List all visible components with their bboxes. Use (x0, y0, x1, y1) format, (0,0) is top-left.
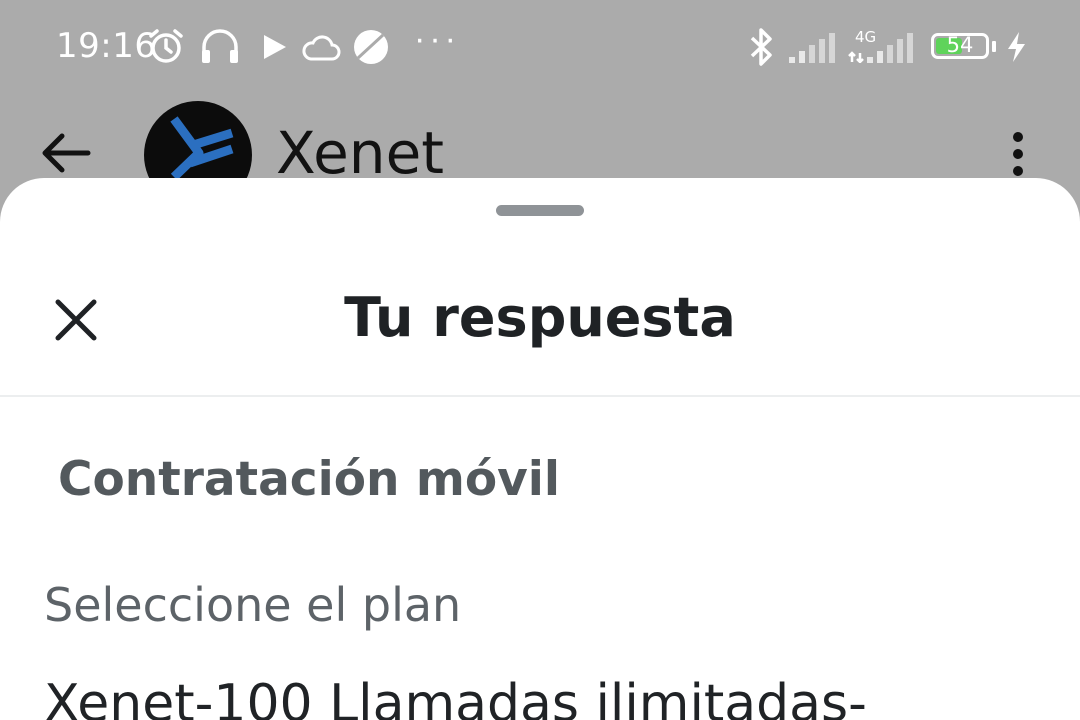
headphones-icon (202, 29, 238, 63)
charging-icon (1008, 32, 1025, 62)
app-title: Xenet (276, 119, 444, 187)
more-options-icon[interactable] (1000, 129, 1036, 179)
response-sheet: Tu respuesta Contratación móvil Seleccio… (0, 178, 1080, 720)
divider (0, 395, 1080, 397)
signal-icon (789, 33, 835, 63)
battery-level: 54 (946, 33, 974, 57)
alarm-icon (149, 29, 183, 63)
plan-option[interactable]: Xenet-100 Llamadas ilimitadas- (44, 674, 867, 720)
back-arrow-icon[interactable] (38, 125, 94, 181)
planet-icon (354, 30, 388, 64)
more-notifications-icon: ··· (414, 20, 460, 58)
cloud-icon (302, 35, 341, 61)
play-icon (264, 35, 286, 59)
battery-cap (992, 41, 996, 52)
bluetooth-icon (750, 28, 772, 66)
sheet-title: Tu respuesta (344, 286, 736, 349)
status-bar: 19:16 ··· 4G 54 (0, 0, 1080, 95)
battery-icon: 54 (931, 33, 989, 59)
status-time: 19:16 (56, 26, 157, 66)
section-title: Contratación móvil (58, 452, 560, 507)
field-label: Seleccione el plan (44, 578, 462, 632)
drag-handle[interactable] (496, 205, 584, 216)
4g-signal-icon (848, 33, 913, 63)
